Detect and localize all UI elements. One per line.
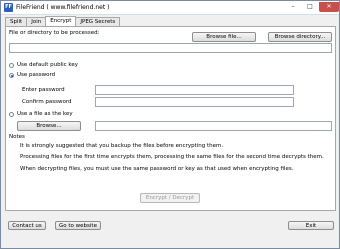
minimize-icon[interactable]: – — [285, 2, 301, 12]
confirm-password-input[interactable] — [95, 97, 294, 107]
enter-password-label: Enter password — [22, 87, 65, 93]
notes-title: Notes — [9, 134, 25, 140]
default-key-radio[interactable] — [9, 63, 14, 68]
tab-split[interactable]: Split — [5, 17, 28, 26]
file-label: File or directory to be processed: — [9, 30, 100, 36]
title-bar: FF FileFriend ( www.filefriend.net ) – □… — [1, 1, 339, 15]
password-radio[interactable] — [9, 73, 14, 78]
password-label: Use password — [17, 72, 56, 78]
tab-join[interactable]: Join — [26, 17, 47, 26]
file-key-label: Use a file as the key — [17, 111, 73, 117]
browse-key-button[interactable]: Browse... — [17, 121, 81, 131]
file-path-input[interactable] — [9, 43, 332, 53]
browse-file-button[interactable]: Browse file... — [192, 32, 256, 42]
contact-us-button[interactable]: Contact us — [8, 221, 46, 230]
go-to-website-button[interactable]: Go to website — [55, 221, 101, 230]
app-window: FF FileFriend ( www.filefriend.net ) – □… — [0, 0, 340, 249]
window-title: FileFriend ( www.filefriend.net ) — [16, 4, 110, 11]
tab-encrypt[interactable]: Encrypt — [45, 16, 77, 26]
encrypt-panel: File or directory to be processed: Brows… — [5, 26, 336, 211]
note-3: When decrypting files, you must use the … — [20, 166, 294, 172]
default-key-label: Use default public key — [17, 62, 79, 68]
tab-strip: Split Join Encrypt JPEG Secrets — [5, 16, 121, 26]
close-icon[interactable]: ✕ — [319, 2, 339, 12]
note-2: Processing files for the first time encr… — [20, 154, 324, 160]
enter-password-input[interactable] — [95, 85, 294, 95]
encrypt-decrypt-button[interactable]: Encrypt / Decrypt — [140, 193, 200, 203]
exit-button[interactable]: Exit — [288, 221, 334, 230]
confirm-password-label: Confirm password — [22, 99, 72, 105]
tab-jpeg-secrets[interactable]: JPEG Secrets — [75, 17, 121, 26]
app-icon: FF — [4, 3, 13, 12]
note-1: It is strongly suggested that you backup… — [20, 143, 224, 149]
maximize-icon[interactable]: □ — [302, 2, 318, 12]
browse-directory-button[interactable]: Browse directory... — [268, 32, 332, 42]
file-key-radio[interactable] — [9, 112, 14, 117]
key-file-input[interactable] — [95, 121, 332, 131]
